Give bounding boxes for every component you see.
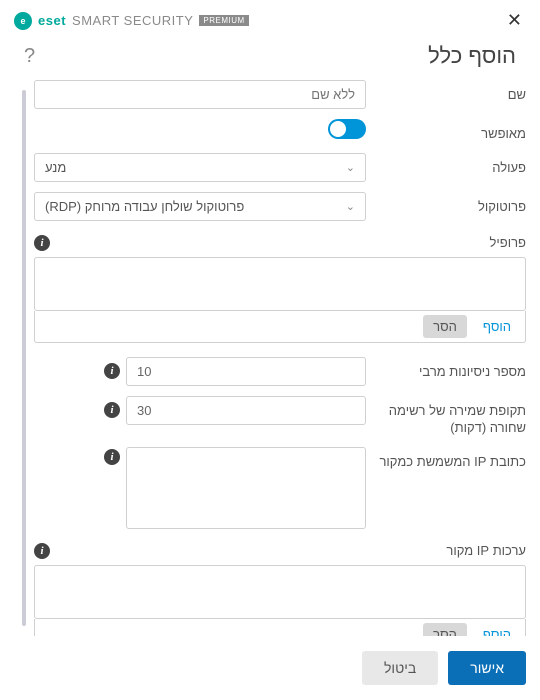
brand-edition: PREMIUM xyxy=(199,15,248,26)
chevron-down-icon: ⌄ xyxy=(346,161,355,174)
info-icon[interactable]: i xyxy=(104,363,120,379)
max-attempts-input[interactable] xyxy=(126,357,366,386)
info-icon[interactable]: i xyxy=(104,402,120,418)
brand-product: SMART SECURITY xyxy=(72,13,193,28)
chevron-down-icon: ⌄ xyxy=(346,200,355,213)
protocol-select-value: פרוטוקול שולחן עבודה מרוחק (RDP) xyxy=(45,199,244,214)
help-icon[interactable]: ? xyxy=(24,45,35,68)
label-name: שם xyxy=(376,80,526,104)
source-ip-sets-list-actions: הוסף הסר xyxy=(34,619,526,636)
label-action: פעולה xyxy=(376,153,526,177)
protocol-select[interactable]: פרוטוקול שולחן עבודה מרוחק (RDP) ⌄ xyxy=(34,192,366,221)
label-profile: פרופיל xyxy=(490,235,526,250)
action-select-value: מנע xyxy=(45,160,66,175)
ok-button[interactable]: אישור xyxy=(448,651,526,685)
label-enabled: מאופשר xyxy=(376,119,526,143)
brand-eset: eset xyxy=(38,13,66,28)
info-icon[interactable]: i xyxy=(104,449,120,465)
cancel-button[interactable]: ביטול xyxy=(362,651,438,685)
source-ip-sets-listbox[interactable] xyxy=(34,565,526,619)
label-max-attempts: מספר ניסיונות מרבי xyxy=(376,357,526,381)
label-protocol: פרוטוקול xyxy=(376,192,526,216)
blacklist-retention-input[interactable] xyxy=(126,396,366,425)
dialog-footer: ביטול אישור xyxy=(0,636,540,700)
source-ip-sets-add-button[interactable]: הוסף xyxy=(473,623,521,636)
source-ip-sets-remove-button[interactable]: הסר xyxy=(423,623,467,636)
profile-list-actions: הוסף הסר xyxy=(34,311,526,343)
profile-listbox[interactable] xyxy=(34,257,526,311)
name-input[interactable] xyxy=(34,80,366,109)
source-ip-textarea[interactable] xyxy=(126,447,366,529)
label-blacklist-retention: תקופת שמירה של רשימה שחורה (דקות) xyxy=(376,396,526,437)
info-icon[interactable]: i xyxy=(34,543,50,559)
brand-block: e eset SMART SECURITY PREMIUM xyxy=(14,12,249,30)
form-scroll-area: שם מאופשר פעולה מנע ⌄ פרוטוקול פרוטוקול … xyxy=(0,80,540,636)
profile-remove-button[interactable]: הסר xyxy=(423,315,467,338)
close-icon[interactable]: ✕ xyxy=(503,10,526,31)
action-select[interactable]: מנע ⌄ xyxy=(34,153,366,182)
info-icon[interactable]: i xyxy=(34,235,50,251)
profile-add-button[interactable]: הוסף xyxy=(473,315,521,338)
enabled-toggle[interactable] xyxy=(328,119,366,139)
eset-logo-icon: e xyxy=(14,12,32,30)
label-source-ip: כתובת IP המשמשת כמקור xyxy=(376,447,526,471)
label-source-ip-sets: ערכות IP מקור xyxy=(446,543,526,558)
page-title: הוסף כלל xyxy=(428,43,516,69)
